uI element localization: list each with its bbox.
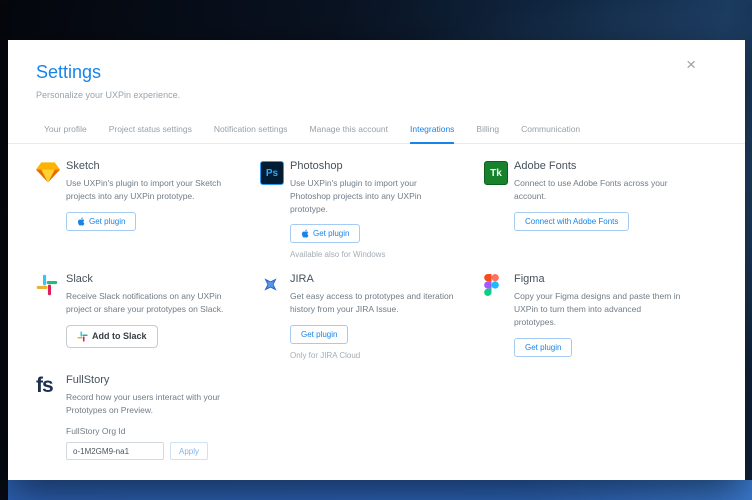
integration-description: Receive Slack notifications on any UXPin… [66,291,224,314]
photoshop-ps-icon: Ps [260,161,284,185]
integration-card-figma: Figma Copy your Figma designs and paste … [484,273,708,360]
adobe-fonts-tk-icon: Tk [484,161,508,185]
integration-description: Connect to use Adobe Fonts across your a… [514,178,668,201]
fullstory-fs-icon: fs [36,375,60,399]
fullstory-field-row: Apply [66,442,260,461]
photoshop-get-plugin-button[interactable]: Get plugin [290,224,361,244]
photoshop-note: Available also for Windows [290,250,386,260]
slack-icon [36,274,60,298]
connect-adobe-fonts-button[interactable]: Connect with Adobe Fonts [514,211,630,231]
tab-your-profile[interactable]: Your profile [44,124,87,143]
button-label: Get plugin [313,229,350,239]
sketch-get-plugin-button[interactable]: Get plugin [66,211,137,231]
tab-project-status-settings[interactable]: Project status settings [109,124,192,143]
integration-card-jira: JIRA Get easy access to prototypes and i… [260,273,484,360]
tab-communication[interactable]: Communication [521,124,580,143]
tab-manage-this-account[interactable]: Manage this account [310,124,388,143]
integration-title: Photoshop [290,160,343,172]
integration-title: JIRA [290,273,314,286]
integration-description: Record how your users interact with your… [66,391,221,415]
ps-tile: Ps [260,161,284,185]
integration-card-adobe-fonts: Tk Adobe Fonts Connect to use Adobe Font… [484,160,708,259]
page-title: Settings [36,62,102,82]
fullstory-org-id-label: FullStory Org Id [66,426,126,437]
apple-icon [77,216,85,226]
tab-integrations[interactable]: Integrations [410,124,455,144]
page-subtitle: Personalize your UXPin experience. [36,90,181,100]
add-to-slack-button[interactable]: Add to Slack [66,324,158,348]
slack-button-icon [77,331,88,342]
tab-billing[interactable]: Billing [476,124,499,143]
figma-get-plugin-button[interactable]: Get plugin [514,337,573,357]
jira-get-plugin-button[interactable]: Get plugin [290,324,349,344]
fullstory-org-id-input[interactable] [66,442,164,461]
tk-tile: Tk [484,161,508,185]
jira-icon [260,274,284,298]
integration-title: Figma [514,273,545,286]
apple-icon [301,229,309,238]
button-label: Add to Slack [92,331,147,342]
integration-title: Adobe Fonts [514,160,577,172]
button-label: Connect with Adobe Fonts [525,216,619,226]
figma-icon [484,274,508,298]
settings-modal: × Settings Personalize your UXPin experi… [8,40,745,480]
integration-description: Use UXPin's plugin to import your Photos… [290,178,422,214]
integration-card-photoshop: Ps Photoshop Use UXPin's plugin to impor… [260,160,484,259]
integration-title: Slack [66,273,93,286]
integration-card-fullstory: fs FullStory Record how your users inter… [36,374,260,461]
button-label: Get plugin [525,342,562,352]
button-label: Get plugin [89,216,126,226]
tab-notification-settings[interactable]: Notification settings [214,124,288,143]
integration-card-slack: Slack Receive Slack notifications on any… [36,273,260,360]
integrations-grid: Sketch Use UXPin's plugin to import your… [36,160,745,461]
apply-button[interactable]: Apply [170,442,209,461]
integration-description: Get easy access to prototypes and iterat… [290,291,454,314]
integration-title: Sketch [66,160,100,172]
integration-card-sketch: Sketch Use UXPin's plugin to import your… [36,160,260,259]
integration-description: Use UXPin's plugin to import your Sketch… [66,178,222,201]
jira-note: Only for JIRA Cloud [290,350,361,360]
integration-description: Copy your Figma designs and paste them i… [514,291,681,327]
fs-mark: fs [36,373,54,397]
close-icon[interactable]: × [686,56,696,73]
sketch-diamond-icon [36,161,60,185]
button-label: Get plugin [301,329,338,339]
background-window-strip [8,480,752,500]
integration-title: FullStory [66,373,110,386]
tab-bar: Your profile Project status settings Not… [8,124,745,144]
